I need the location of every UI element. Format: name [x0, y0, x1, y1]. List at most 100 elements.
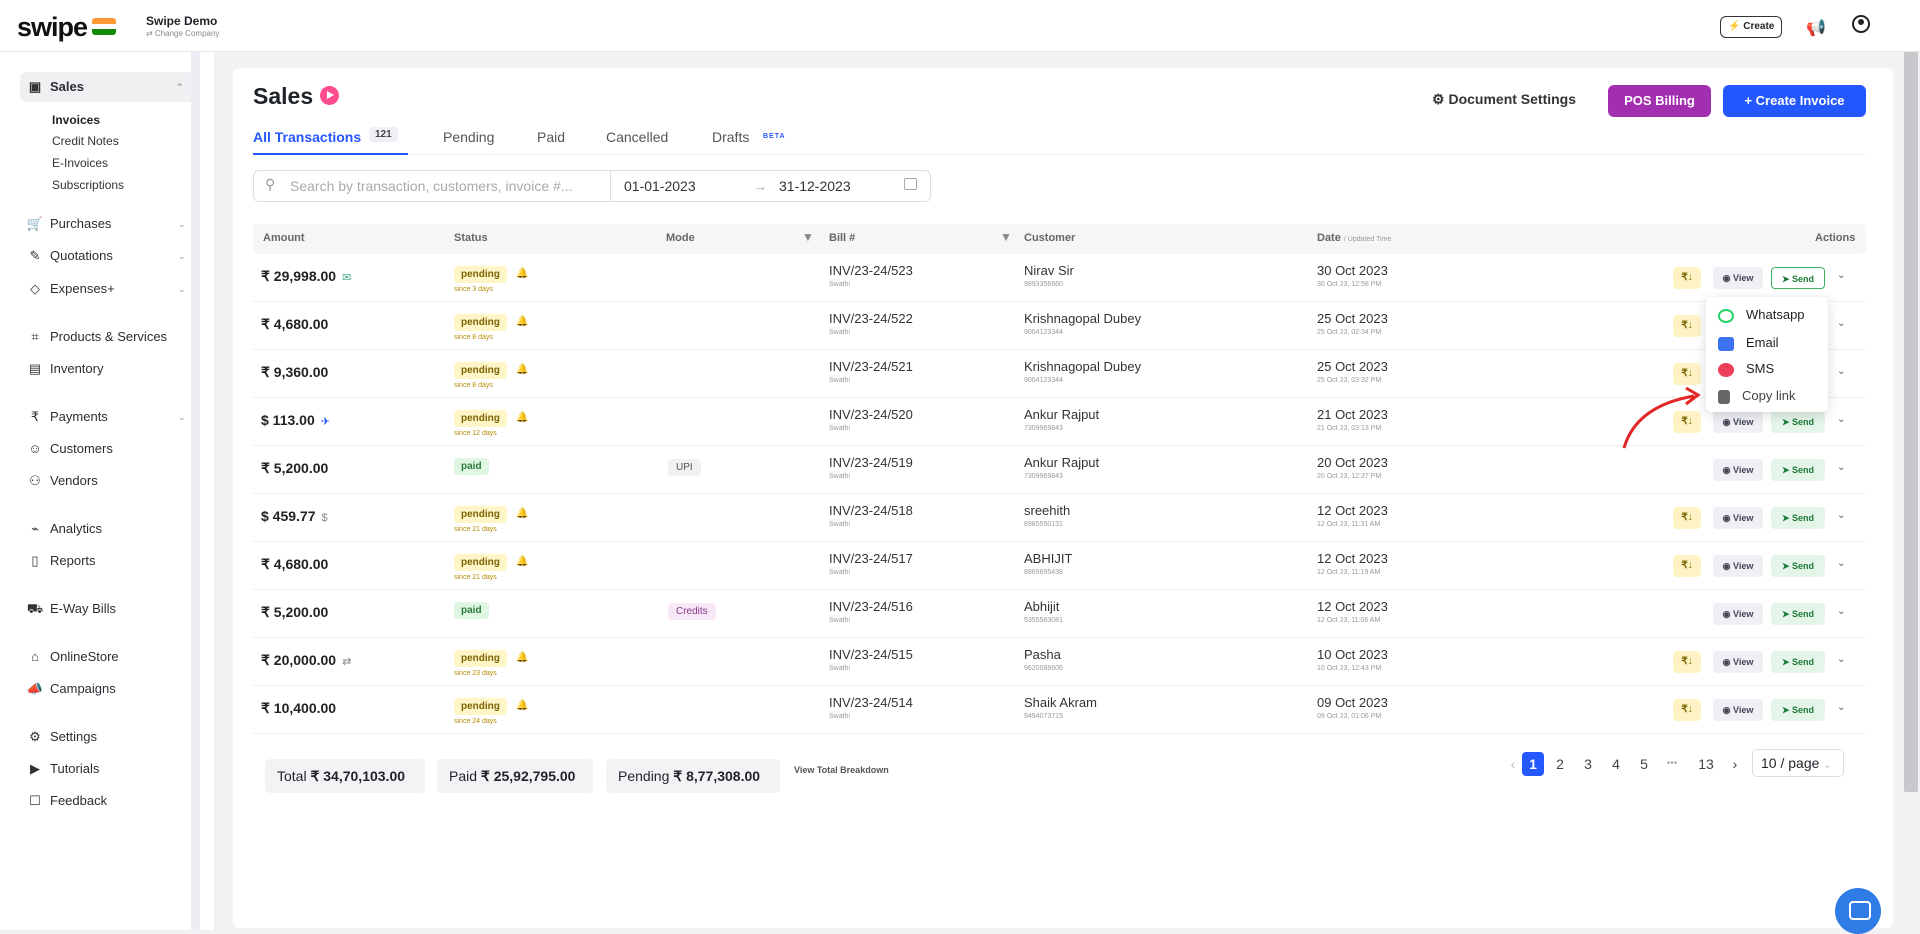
- view-button[interactable]: ◉ View: [1713, 459, 1763, 481]
- bill-number[interactable]: INV/23-24/519: [829, 455, 913, 470]
- customer-name[interactable]: Shaik Akram: [1024, 695, 1097, 710]
- document-settings-button[interactable]: ⚙ Document Settings: [1432, 91, 1576, 108]
- table-row[interactable]: ₹ 10,400.00 pending 🔔 since 24 days INV/…: [253, 686, 1866, 734]
- sidebar-item-quotations[interactable]: ✎ Quotations ⌄: [26, 246, 186, 266]
- sidebar-item-analytics[interactable]: ⌁ Analytics: [26, 519, 102, 539]
- record-payment-button[interactable]: ₹↓: [1673, 651, 1701, 673]
- chevron-down-icon[interactable]: ⌄: [1837, 462, 1845, 473]
- customer-name[interactable]: sreehith: [1024, 503, 1070, 518]
- table-row[interactable]: $ 459.77 $ pending 🔔 since 21 days INV/23…: [253, 494, 1866, 542]
- customer-name[interactable]: Nirav Sir: [1024, 263, 1074, 278]
- sidebar-item-settings[interactable]: ⚙ Settings: [26, 727, 97, 747]
- bill-number[interactable]: INV/23-24/514: [829, 695, 913, 710]
- page-13[interactable]: 13: [1695, 752, 1717, 776]
- sidebar-item-products[interactable]: ⌗ Products & Services: [26, 327, 167, 347]
- bill-number[interactable]: INV/23-24/515: [829, 647, 913, 662]
- prev-page-icon[interactable]: ‹: [1502, 752, 1524, 776]
- record-payment-button[interactable]: ₹↓: [1673, 363, 1701, 385]
- bill-number[interactable]: INV/23-24/521: [829, 359, 913, 374]
- page-4[interactable]: 4: [1605, 752, 1627, 776]
- chevron-down-icon[interactable]: ⌄: [1837, 702, 1845, 713]
- record-payment-button[interactable]: ₹↓: [1673, 699, 1701, 721]
- bill-number[interactable]: INV/23-24/518: [829, 503, 913, 518]
- table-row[interactable]: ₹ 29,998.00 ✉ pending 🔔 since 3 days INV/…: [253, 254, 1866, 302]
- page-size-select[interactable]: 10 / page ⌄: [1752, 749, 1844, 777]
- header-amount[interactable]: Amount: [263, 232, 305, 244]
- change-company-link[interactable]: ⇄ Change Company: [146, 29, 219, 38]
- view-button[interactable]: ◉ View: [1713, 699, 1763, 721]
- sidebar-item-sales[interactable]: ▣ Sales ⌃: [20, 72, 196, 102]
- send-button[interactable]: ➤ Send: [1771, 459, 1825, 481]
- send-button[interactable]: ➤ Send: [1771, 603, 1825, 625]
- sidebar-item-vendors[interactable]: ⚇ Vendors: [26, 471, 98, 491]
- customer-name[interactable]: Ankur Rajput: [1024, 407, 1099, 422]
- sidebar-sub-e-invoices[interactable]: E-Invoices: [52, 156, 108, 170]
- record-payment-button[interactable]: ₹↓: [1673, 555, 1701, 577]
- bill-number[interactable]: INV/23-24/520: [829, 407, 913, 422]
- sidebar-sub-subscriptions[interactable]: Subscriptions: [52, 178, 124, 192]
- page-5[interactable]: 5: [1633, 752, 1655, 776]
- dropdown-item-whatsapp[interactable]: Whatsapp: [1718, 307, 1805, 323]
- sidebar-item-eway-bills[interactable]: ⛟ E-Way Bills: [26, 599, 116, 619]
- chevron-down-icon[interactable]: ⌄: [1837, 510, 1845, 521]
- page-1[interactable]: 1: [1522, 752, 1544, 776]
- record-payment-button[interactable]: ₹↓: [1673, 315, 1701, 337]
- sidebar-item-reports[interactable]: ▯ Reports: [26, 551, 95, 571]
- sidebar-sub-credit-notes[interactable]: Credit Notes: [52, 134, 119, 148]
- view-button[interactable]: ◉ View: [1713, 603, 1763, 625]
- calendar-icon[interactable]: [904, 178, 917, 190]
- send-button[interactable]: ➤ Send: [1771, 699, 1825, 721]
- view-button[interactable]: ◉ View: [1713, 651, 1763, 673]
- bell-icon[interactable]: 🔔: [516, 508, 528, 519]
- chevron-down-icon[interactable]: ⌄: [1837, 270, 1845, 281]
- view-button[interactable]: ◉ View: [1713, 411, 1763, 433]
- view-button[interactable]: ◉ View: [1713, 267, 1763, 289]
- chat-support-icon[interactable]: [1835, 888, 1881, 934]
- scrollbar[interactable]: [1904, 52, 1918, 792]
- table-row[interactable]: ₹ 20,000.00 ⇄ pending 🔔 since 23 days INV…: [253, 638, 1866, 686]
- tab-drafts[interactable]: Drafts: [712, 129, 749, 145]
- bell-icon[interactable]: 🔔: [516, 556, 528, 567]
- sidebar-item-feedback[interactable]: ☐ Feedback: [26, 791, 107, 811]
- bell-icon[interactable]: 🔔: [516, 268, 528, 279]
- chevron-down-icon[interactable]: ⌄: [1837, 366, 1845, 377]
- send-button[interactable]: ➤ Send: [1771, 555, 1825, 577]
- create-button[interactable]: ⚡ Create: [1720, 16, 1783, 38]
- sidebar-item-purchases[interactable]: 🛒 Purchases ⌄: [26, 214, 186, 234]
- table-row[interactable]: ₹ 4,680.00 pending 🔔 since 8 days INV/23…: [253, 302, 1866, 350]
- swipe-logo[interactable]: swipe: [17, 12, 88, 43]
- page-2[interactable]: 2: [1549, 752, 1571, 776]
- search-input[interactable]: Search by transaction, customers, invoic…: [290, 178, 572, 194]
- bill-number[interactable]: INV/23-24/517: [829, 551, 913, 566]
- bill-number[interactable]: INV/23-24/522: [829, 311, 913, 326]
- table-row[interactable]: ₹ 4,680.00 pending 🔔 since 21 days INV/2…: [253, 542, 1866, 590]
- tab-pending[interactable]: Pending: [443, 129, 494, 145]
- bell-icon[interactable]: 🔔: [516, 364, 528, 375]
- bell-icon[interactable]: 🔔: [516, 316, 528, 327]
- table-row[interactable]: ₹ 5,200.00 paid Credits INV/23-24/516 Sw…: [253, 590, 1866, 638]
- dropdown-item-email[interactable]: Email: [1718, 335, 1779, 351]
- play-video-icon[interactable]: [320, 86, 339, 105]
- chevron-down-icon[interactable]: ⌄: [1837, 558, 1845, 569]
- filter-icon[interactable]: ▼: [1000, 230, 1012, 244]
- view-total-breakdown-link[interactable]: View Total Breakdown: [794, 765, 889, 775]
- customer-name[interactable]: Ankur Rajput: [1024, 455, 1099, 470]
- sidebar-item-tutorials[interactable]: ▶ Tutorials: [26, 759, 99, 779]
- date-to-input[interactable]: 31-12-2023: [779, 178, 851, 194]
- send-button[interactable]: ➤ Send: [1771, 651, 1825, 673]
- date-from-input[interactable]: 01-01-2023: [624, 178, 696, 194]
- sidebar-item-payments[interactable]: ₹ Payments ⌄: [26, 407, 186, 427]
- send-button[interactable]: ➤ Send: [1771, 267, 1825, 289]
- dropdown-item-copy-link[interactable]: Copy link: [1718, 388, 1795, 404]
- send-button[interactable]: ➤ Send: [1771, 411, 1825, 433]
- bill-number[interactable]: INV/23-24/523: [829, 263, 913, 278]
- user-avatar-icon[interactable]: [1852, 15, 1870, 33]
- customer-name[interactable]: Krishnagopal Dubey: [1024, 311, 1141, 326]
- tab-paid[interactable]: Paid: [537, 129, 565, 145]
- megaphone-icon[interactable]: 📢: [1806, 18, 1826, 38]
- view-button[interactable]: ◉ View: [1713, 507, 1763, 529]
- chevron-down-icon[interactable]: ⌄: [1837, 654, 1845, 665]
- view-button[interactable]: ◉ View: [1713, 555, 1763, 577]
- company-name[interactable]: Swipe Demo: [146, 14, 217, 28]
- tab-all-transactions[interactable]: All Transactions: [253, 129, 361, 145]
